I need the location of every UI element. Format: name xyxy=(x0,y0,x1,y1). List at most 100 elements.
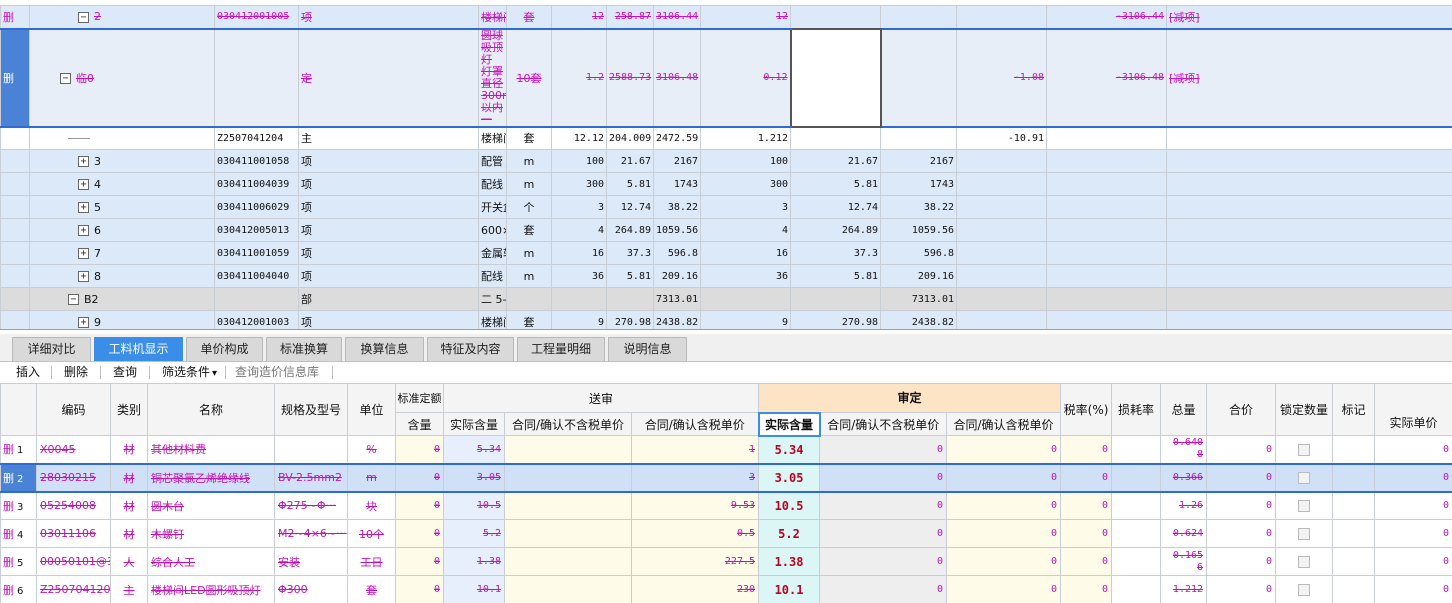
price-cell[interactable]: 5.81 xyxy=(606,172,654,196)
total-qty-cell[interactable]: 1.212 xyxy=(1160,575,1208,603)
actual-price-cell[interactable]: 0 xyxy=(1374,435,1452,464)
resource-category-cell[interactable]: 主 xyxy=(110,575,148,603)
diff-cell[interactable] xyxy=(956,195,1047,219)
ss-tax-cell[interactable]: 1 xyxy=(630,435,760,464)
bill-row[interactable]: +3030411001058项配管 JDG20m10021.6721671002… xyxy=(0,149,1452,173)
code-cell[interactable]: 030411001058 xyxy=(214,149,299,173)
total-cell[interactable]: 209.16 xyxy=(653,264,701,288)
diff-cell[interactable] xyxy=(956,264,1047,288)
unit-cell[interactable]: 套 xyxy=(506,5,552,29)
row-header[interactable]: 删3 xyxy=(0,491,37,520)
price-cell[interactable]: 264.89 xyxy=(606,218,654,242)
unit-cell[interactable]: 个 xyxy=(506,195,552,219)
quantity-cell[interactable]: 100 xyxy=(551,149,607,173)
tab-unit-price-composition[interactable]: 单价构成 xyxy=(186,337,263,361)
diff-cell[interactable] xyxy=(956,241,1047,265)
diff-total-cell[interactable]: -3106.44 xyxy=(1046,5,1167,29)
lock-qty-cell[interactable] xyxy=(1275,547,1334,576)
total-cell[interactable]: 2167 xyxy=(653,149,701,173)
resource-code-cell[interactable]: 05254008 xyxy=(36,491,111,520)
ss-notax-cell[interactable] xyxy=(504,575,632,603)
diff-total-cell[interactable] xyxy=(1046,264,1167,288)
ss-tax-cell[interactable]: 230 xyxy=(630,575,760,603)
tab-features-content[interactable]: 特征及内容 xyxy=(427,337,514,361)
name-cell[interactable]: 金属软管 DN20 xyxy=(478,241,507,265)
remark-cell[interactable] xyxy=(1166,287,1452,311)
category-cell[interactable]: 项 xyxy=(298,5,479,29)
bill-row[interactable]: Z250704120​4 主 楼梯间LED圆形吸顶灯 套 12.12 204.009 247… xyxy=(0,126,1452,150)
name-cell[interactable]: 圆球吸顶灯 灯罩直径 300mm以内一 xyxy=(478,27,507,128)
header-standard-quota[interactable]: 标准定额 xyxy=(395,383,444,413)
code-cell[interactable] xyxy=(214,287,299,311)
expand-icon[interactable]: + xyxy=(78,271,89,282)
expand-icon[interactable]: + xyxy=(78,317,89,328)
sd-tax-cell[interactable]: 0 xyxy=(946,435,1062,464)
resource-code-cell[interactable]: 03011106 xyxy=(36,519,111,548)
submit-qty-cell[interactable]: 100 xyxy=(700,149,791,173)
category-cell[interactable]: 项 xyxy=(298,149,479,173)
submit-total-cell[interactable]: 209.16 xyxy=(880,264,957,288)
mark-cell[interactable] xyxy=(1332,462,1376,493)
code-cell[interactable]: 030411004039 xyxy=(214,172,299,196)
bill-row[interactable]: −B2 部 二 5-6F楼梯间增加照明 7313.01 7313.01 xyxy=(0,287,1452,311)
header-mark[interactable]: 标记 xyxy=(1332,383,1376,436)
header-amount[interactable]: 合价 xyxy=(1206,383,1277,436)
diff-cell[interactable] xyxy=(956,287,1047,311)
mark-cell[interactable] xyxy=(1332,547,1376,576)
price-cell[interactable]: 21.67 xyxy=(606,149,654,173)
bill-row[interactable]: +9030412001003项楼梯间LED圆形吸顶灯套9270.982438.8… xyxy=(0,310,1452,329)
sd-tax-cell[interactable]: 0 xyxy=(946,462,1062,493)
price-cell[interactable]: 270.98 xyxy=(606,310,654,329)
header-ss-notax[interactable]: 合同/确认不含税单价 xyxy=(504,412,632,436)
seq-cell[interactable]: +8 xyxy=(29,264,215,288)
quantity-cell[interactable]: 16 xyxy=(551,241,607,265)
diff-total-cell[interactable] xyxy=(1046,149,1167,173)
unit-cell[interactable]: m xyxy=(506,241,552,265)
code-cell[interactable]: 030412001005 xyxy=(214,5,299,29)
category-cell[interactable]: 项 xyxy=(298,195,479,219)
mark-cell[interactable] xyxy=(1332,519,1376,548)
name-cell[interactable]: 开关盒、插座盒 xyxy=(478,195,507,219)
category-cell[interactable]: 项 xyxy=(298,241,479,265)
seq-cell[interactable]: +7 xyxy=(29,241,215,265)
code-cell[interactable]: 030412001003 xyxy=(214,310,299,329)
actual-price-cell[interactable]: 0 xyxy=(1374,575,1452,603)
bill-row[interactable]: +7030411001059项金属软管 DN20m1637.3596.81637… xyxy=(0,241,1452,265)
total-cell[interactable]: 38.22 xyxy=(653,195,701,219)
total-cell[interactable]: 2472.59 xyxy=(653,126,701,150)
unit-cell[interactable]: 套 xyxy=(506,218,552,242)
name-cell[interactable]: 楼梯间LED圆形吸顶灯 xyxy=(478,5,507,29)
name-cell[interactable]: 配线 WDZ(B2)-BYJ-2.5 xyxy=(478,264,507,288)
std-content-cell[interactable]: 0 xyxy=(395,435,444,464)
submit-qty-cell[interactable]: 4 xyxy=(700,218,791,242)
resource-code-cell[interactable]: 00050101@3 xyxy=(36,547,111,576)
sd-actual-cell[interactable]: 5.2 xyxy=(758,519,821,548)
total-cell[interactable]: 3106.48 xyxy=(653,27,701,128)
code-cell[interactable] xyxy=(214,27,299,128)
ss-notax-cell[interactable] xyxy=(504,519,632,548)
resource-spec-cell[interactable]: M2~4×6~··· xyxy=(274,519,348,548)
sd-tax-cell[interactable]: 0 xyxy=(946,547,1062,576)
sd-tax-cell[interactable]: 0 xyxy=(946,519,1062,548)
ss-actual-cell[interactable]: 5.2 xyxy=(443,519,505,548)
total-qty-cell[interactable]: 0.624 xyxy=(1160,519,1208,548)
header-unit[interactable]: 单位 xyxy=(347,383,396,436)
ss-tax-cell[interactable]: 3 xyxy=(630,462,760,493)
unit-cell[interactable]: 套 xyxy=(506,126,552,150)
submit-price-cell[interactable]: 12.74 xyxy=(790,195,881,219)
diff-cell[interactable]: -10.91 xyxy=(956,126,1047,150)
seq-cell[interactable]: +6 xyxy=(29,218,215,242)
resource-spec-cell[interactable] xyxy=(274,435,348,464)
lock-qty-cell[interactable] xyxy=(1275,462,1334,493)
seq-cell[interactable] xyxy=(29,126,215,150)
resource-unit-cell[interactable]: 套 xyxy=(347,575,396,603)
ss-notax-cell[interactable] xyxy=(504,491,632,520)
sd-notax-cell[interactable]: 0 xyxy=(819,491,948,520)
resource-spec-cell[interactable]: BV-2.5mm2 xyxy=(274,462,348,493)
ss-actual-cell[interactable]: 10.1 xyxy=(443,575,505,603)
resource-name-cell[interactable]: 楼梯间LED圆形吸顶灯 xyxy=(147,575,275,603)
lock-checkbox[interactable] xyxy=(1298,472,1311,484)
std-content-cell[interactable]: 0 xyxy=(395,575,444,603)
total-cell[interactable]: 1059.56 xyxy=(653,218,701,242)
diff-cell[interactable]: -1.08 xyxy=(956,27,1047,128)
